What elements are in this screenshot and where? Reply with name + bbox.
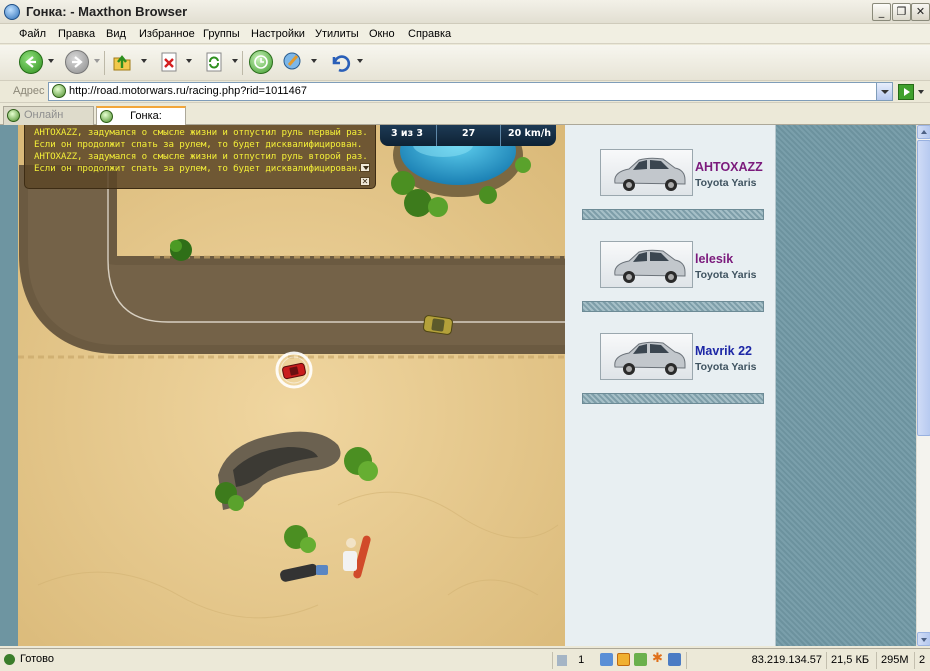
- page-scrollbar[interactable]: [916, 125, 930, 646]
- racer-card[interactable]: Mavrik 22 Toyota Yaris: [600, 333, 765, 381]
- mail-icon[interactable]: [668, 653, 681, 666]
- refresh-icon[interactable]: [202, 50, 226, 74]
- window-title: Гонка: - Maxthon Browser: [26, 4, 188, 19]
- racer-car-model: Toyota Yaris: [695, 177, 757, 189]
- chat-message: AHTOXAZZ, задумался о смысле жизни и отп…: [34, 127, 368, 138]
- status-text: Готово: [20, 653, 54, 665]
- favorites-dropdown-icon[interactable]: [311, 59, 317, 63]
- toolbar: [0, 45, 930, 81]
- menu-favorites[interactable]: Избранное: [139, 28, 195, 40]
- toolbar-separator: [104, 51, 105, 75]
- menu-settings[interactable]: Настройки: [251, 28, 305, 40]
- up-dropdown-icon[interactable]: [141, 59, 147, 63]
- home-icon[interactable]: [249, 50, 273, 74]
- racer-name[interactable]: Mavrik 22: [695, 344, 752, 358]
- page-status-icon: [4, 654, 15, 665]
- tab-label: Гонка:: [130, 110, 162, 122]
- home-up-icon[interactable]: [110, 50, 134, 74]
- racer-progress-bar: [582, 301, 764, 312]
- maximize-button[interactable]: ❐: [892, 3, 911, 21]
- title-bar: Гонка: - Maxthon Browser _ ❐ ✕: [0, 0, 930, 24]
- stop-dropdown-icon[interactable]: [186, 59, 192, 63]
- racer-name[interactable]: lelesik: [695, 252, 733, 266]
- plugin-icon[interactable]: ✱: [651, 652, 664, 666]
- car-image: [600, 241, 693, 288]
- racer-card[interactable]: lelesik Toyota Yaris: [600, 241, 765, 289]
- address-label: Адрес: [13, 85, 45, 97]
- scroll-up-icon[interactable]: [917, 125, 930, 139]
- back-icon[interactable]: [19, 50, 43, 74]
- status-count-cell: 1: [552, 652, 592, 669]
- scroll-thumb[interactable]: [917, 140, 930, 436]
- hud-divider: [436, 125, 437, 146]
- menu-groups[interactable]: Группы: [203, 28, 240, 40]
- race-time: 27: [462, 128, 476, 139]
- go-dropdown-icon[interactable]: [918, 90, 924, 94]
- popup-block-icon[interactable]: [557, 654, 567, 666]
- forward-dropdown-icon[interactable]: [94, 59, 100, 63]
- tab-favicon-icon: [7, 109, 20, 122]
- chat-message: AHTOXAZZ, задумался о смысле жизни и отп…: [34, 151, 368, 162]
- car-image: [600, 333, 693, 380]
- racers-panel: AHTOXAZZ Toyota Yaris lelesik Toyota Yar…: [565, 125, 776, 646]
- race-chat-log: AHTOXAZZ, задумался о смысле жизни и отп…: [24, 125, 376, 189]
- chat-close-icon[interactable]: ✕: [360, 177, 370, 186]
- tab-favicon-icon: [100, 110, 113, 123]
- racer-name[interactable]: AHTOXAZZ: [695, 160, 763, 174]
- chat-message: Если он продолжит спать за рулем, то буд…: [34, 139, 363, 150]
- speed-readout: 20 km/h: [508, 128, 551, 139]
- lap-counter: 3 из 3: [391, 128, 424, 139]
- menu-view[interactable]: Вид: [106, 28, 126, 40]
- chat-message: Если он продолжит спать за рулем, то буд…: [34, 163, 363, 174]
- racer-car-model: Toyota Yaris: [695, 269, 757, 281]
- tab-count: 2: [914, 652, 930, 669]
- tab-race[interactable]: Гонка:: [96, 106, 186, 125]
- security-icon[interactable]: [617, 653, 630, 666]
- status-count: 1: [578, 654, 585, 666]
- address-bar: Адрес http://road.motorwars.ru/racing.ph…: [0, 81, 930, 103]
- car-image: [600, 149, 693, 196]
- page-content: AHTOXAZZ, задумался о смысле жизни и отп…: [0, 125, 916, 646]
- racer-progress-bar: [582, 393, 764, 404]
- favorites-icon[interactable]: [281, 50, 305, 74]
- racer-progress-bar: [582, 209, 764, 220]
- rss-icon[interactable]: [634, 653, 647, 666]
- close-button[interactable]: ✕: [911, 3, 930, 21]
- menu-tools[interactable]: Утилиты: [315, 28, 359, 40]
- race-game-canvas[interactable]: AHTOXAZZ, задумался о смысле жизни и отп…: [18, 125, 565, 646]
- race-map: [18, 125, 565, 646]
- page-favicon-icon: [52, 84, 66, 98]
- url-input[interactable]: http://road.motorwars.ru/racing.php?rid=…: [48, 82, 893, 101]
- tab-online-game[interactable]: Онлайн игра...: [3, 106, 94, 138]
- race-hud: 3 из 3 27 20 km/h: [380, 125, 556, 146]
- menu-edit[interactable]: Правка: [58, 28, 95, 40]
- hud-divider: [500, 125, 501, 146]
- scroll-down-icon[interactable]: [917, 632, 930, 646]
- minimize-button[interactable]: _: [872, 3, 891, 21]
- connection-icon[interactable]: [600, 653, 613, 666]
- chat-scroll-down-icon[interactable]: [360, 163, 370, 172]
- toolbar-separator: [242, 51, 243, 75]
- menu-bar: Файл Правка Вид Избранное Группы Настрой…: [0, 24, 930, 44]
- url-text[interactable]: http://road.motorwars.ru/racing.php?rid=…: [69, 85, 307, 97]
- url-dropdown-icon[interactable]: [876, 83, 892, 100]
- back-dropdown-icon[interactable]: [48, 59, 54, 63]
- menu-file[interactable]: Файл: [19, 28, 46, 40]
- racer-card[interactable]: AHTOXAZZ Toyota Yaris: [600, 149, 765, 197]
- status-bar: Готово 1 ✱ 83.219.134.57 21,5 КБ 295M 2: [0, 648, 930, 671]
- go-icon[interactable]: [898, 84, 914, 100]
- maxthon-logo-icon: [4, 4, 20, 20]
- memory-usage: 295M: [876, 652, 914, 669]
- tab-bar: Онлайн игра... Гонка:: [0, 104, 930, 138]
- racer-car-model: Toyota Yaris: [695, 361, 757, 373]
- undo-icon[interactable]: [327, 50, 351, 74]
- menu-window[interactable]: Окно: [369, 28, 395, 40]
- undo-dropdown-icon[interactable]: [357, 59, 363, 63]
- menu-help[interactable]: Справка: [408, 28, 451, 40]
- server-ip: 83.219.134.57: [686, 652, 826, 669]
- refresh-dropdown-icon[interactable]: [232, 59, 238, 63]
- stop-icon[interactable]: [157, 50, 181, 74]
- page-size: 21,5 КБ: [826, 652, 876, 669]
- forward-icon[interactable]: [65, 50, 89, 74]
